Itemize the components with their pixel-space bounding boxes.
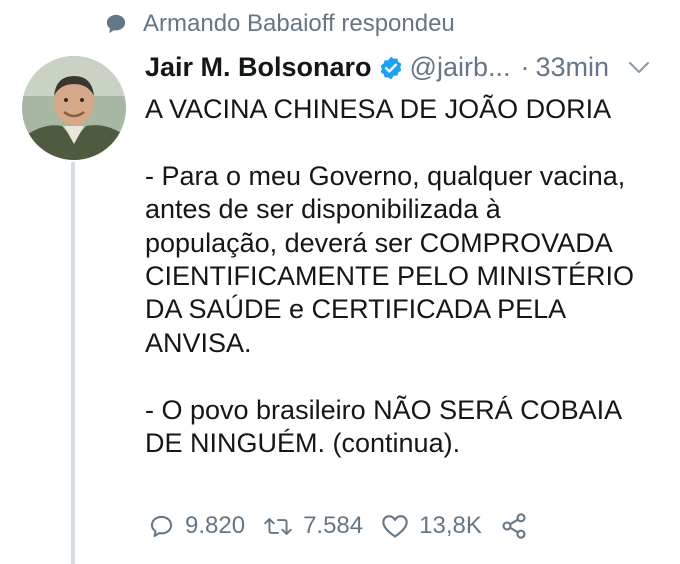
share-icon: [502, 513, 526, 539]
separator-dot: ·: [520, 52, 530, 82]
speech-bubble-icon: [106, 14, 126, 34]
like-button[interactable]: 13,8K: [381, 512, 482, 540]
retweet-count: 7.584: [303, 512, 364, 539]
tweet-line: ANVISA.: [145, 327, 252, 358]
reply-count: 9.820: [185, 512, 246, 539]
tweet-line: CIENTIFICAMENTE PELO MINISTÉRIO: [145, 261, 635, 292]
tweet-line: DA SAÚDE e CERTIFICADA PELA: [145, 294, 567, 325]
tweet-line: antes de ser disponibilizada à: [145, 194, 501, 225]
tweet-line: população, deverá ser COMPROVADA: [145, 227, 613, 258]
social-context: Armando Babaioff respondeu: [105, 10, 455, 38]
timestamp[interactable]: 33min: [535, 52, 609, 83]
author-name[interactable]: Jair M. Bolsonaro: [145, 52, 372, 83]
verified-badge-icon: [380, 56, 401, 79]
like-count: 13,8K: [419, 512, 482, 539]
retweet-icon: [264, 517, 292, 535]
thread-line: [71, 162, 75, 564]
retweet-button[interactable]: 7.584: [263, 512, 363, 540]
chevron-down-icon[interactable]: [628, 60, 650, 76]
tweet-line: - O povo brasileiro NÃO SERÁ COBAIA: [145, 394, 623, 425]
tweet-line: - Para o meu Governo, qualquer vacina,: [145, 160, 626, 191]
tweet-text: A VACINA CHINESA DE JOÃO DORIA - Para o …: [145, 93, 665, 460]
tweet-header: Jair M. Bolsonaro @jairb... · 33min: [145, 52, 609, 83]
heart-icon: [382, 515, 408, 538]
avatar[interactable]: [22, 56, 126, 160]
tweet-line: DE NINGUÉM. (continua).: [145, 428, 461, 459]
context-text: Armando Babaioff respondeu: [143, 10, 455, 37]
tweet-actions: 9.820 7.584 13,8K: [148, 512, 528, 540]
reply-button[interactable]: 9.820: [148, 512, 245, 540]
share-button[interactable]: [500, 512, 528, 540]
tweet-line: A VACINA CHINESA DE JOÃO DORIA: [145, 94, 612, 124]
reply-icon: [150, 515, 173, 537]
author-handle[interactable]: @jairb...: [410, 52, 511, 83]
